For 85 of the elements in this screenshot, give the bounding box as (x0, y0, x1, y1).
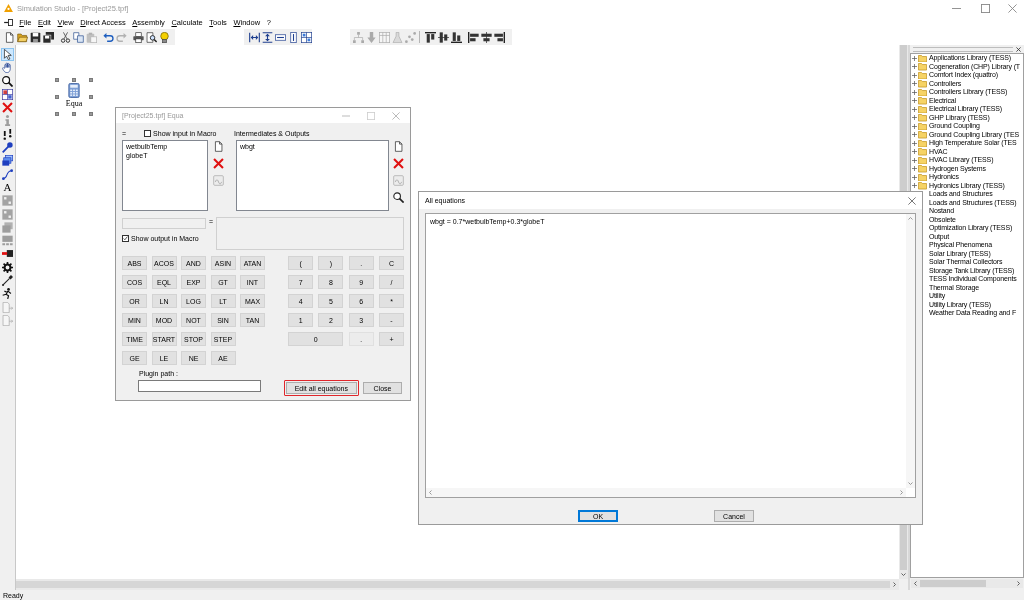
pointer-icon[interactable] (1, 48, 14, 61)
selection-handle[interactable] (55, 95, 59, 99)
undo-icon[interactable] (103, 31, 114, 43)
checkbox[interactable] (122, 235, 129, 242)
chevron-up-icon[interactable] (908, 216, 913, 221)
window-menu-icon[interactable] (4, 19, 13, 26)
selection-handle[interactable] (89, 95, 93, 99)
horizontal-scrollbar[interactable] (16, 579, 899, 590)
align-middle-icon[interactable] (438, 31, 449, 43)
align-bottom-icon[interactable] (451, 31, 462, 43)
lightbulb-icon[interactable] (159, 31, 170, 43)
expand-icon[interactable] (912, 166, 917, 172)
chevron-down-icon[interactable] (901, 572, 906, 577)
zoom-icon[interactable] (1, 74, 14, 88)
delete-icon[interactable] (213, 158, 224, 169)
curve-icon[interactable] (1, 167, 14, 181)
expand-icon[interactable] (912, 140, 917, 146)
gear-icon[interactable] (1, 260, 14, 274)
expand-icon[interactable] (912, 123, 917, 129)
selection-handle[interactable] (72, 78, 76, 82)
expand-icon[interactable] (912, 115, 917, 121)
expand-icon[interactable] (912, 106, 917, 112)
open-folder-icon[interactable] (17, 31, 28, 43)
chevron-right-icon[interactable] (1016, 581, 1021, 586)
expand-icon[interactable] (912, 55, 917, 61)
delete-icon[interactable] (1, 101, 14, 115)
scissors-icon[interactable] (60, 31, 71, 43)
checkbox[interactable] (144, 130, 152, 137)
expand-icon[interactable] (912, 157, 917, 163)
hand-icon[interactable] (1, 61, 14, 75)
component-label: Equa (64, 99, 84, 108)
triangle-logo-icon (4, 4, 13, 12)
chevron-down-icon[interactable] (908, 481, 913, 486)
runner-icon[interactable] (1, 287, 14, 301)
layout-grid-icon[interactable] (1, 87, 14, 101)
new-document-icon[interactable] (213, 141, 224, 152)
close-icon[interactable] (908, 196, 916, 205)
delete-icon[interactable] (393, 158, 404, 169)
vertical-scrollbar[interactable] (906, 214, 915, 488)
pipette-icon[interactable] (1, 274, 14, 288)
grid-icon[interactable] (301, 31, 312, 43)
layers-icon[interactable] (1, 154, 14, 168)
fit-height-icon[interactable] (262, 31, 273, 43)
calculator-icon[interactable] (68, 83, 80, 98)
expand-icon[interactable] (912, 183, 917, 189)
stretch-vertical-icon[interactable] (288, 31, 299, 43)
exclamation-icon[interactable] (1, 127, 14, 141)
align-left-icon[interactable] (468, 31, 479, 43)
save-all-icon[interactable] (43, 31, 54, 43)
printer-icon[interactable] (133, 31, 144, 43)
align-right-icon[interactable] (494, 31, 505, 43)
expand-icon[interactable] (912, 132, 917, 138)
chevron-right-icon[interactable] (892, 582, 897, 587)
expand-icon[interactable] (912, 174, 917, 180)
horizontal-scrollbar[interactable] (911, 579, 1023, 588)
copy-icon[interactable] (73, 31, 84, 43)
maximize-icon[interactable] (981, 3, 990, 13)
selection-handle[interactable] (55, 78, 59, 82)
selection-handle[interactable] (89, 78, 93, 82)
save-icon[interactable] (30, 31, 41, 43)
new-document-icon[interactable] (4, 31, 15, 43)
print-preview-icon[interactable] (146, 31, 157, 43)
chevron-right-icon[interactable] (899, 490, 904, 495)
horizontal-scrollbar[interactable] (426, 488, 906, 497)
stretch-horizontal-icon[interactable] (275, 31, 286, 43)
fit-width-icon[interactable] (249, 31, 260, 43)
selection-handle[interactable] (89, 112, 93, 116)
expand-icon[interactable] (912, 72, 917, 78)
align-top-icon[interactable] (425, 31, 436, 43)
expand-icon[interactable] (912, 89, 917, 95)
chevron-left-icon[interactable] (913, 581, 918, 586)
expand-icon[interactable] (912, 64, 917, 70)
selection-handle[interactable] (55, 112, 59, 116)
text-tool[interactable]: A (1, 180, 14, 194)
close-icon[interactable] (1016, 46, 1021, 52)
expand-icon[interactable] (912, 149, 917, 155)
new-document-icon[interactable] (393, 141, 404, 152)
search-icon[interactable] (393, 192, 404, 203)
expand-icon[interactable] (912, 81, 917, 87)
chevron-left-icon[interactable] (428, 490, 433, 495)
selection-handle[interactable] (72, 112, 76, 116)
expand-icon[interactable] (912, 98, 917, 104)
align-center-icon[interactable] (481, 31, 492, 43)
pin-icon[interactable] (1, 141, 14, 155)
plugin-path-field[interactable] (138, 380, 261, 392)
